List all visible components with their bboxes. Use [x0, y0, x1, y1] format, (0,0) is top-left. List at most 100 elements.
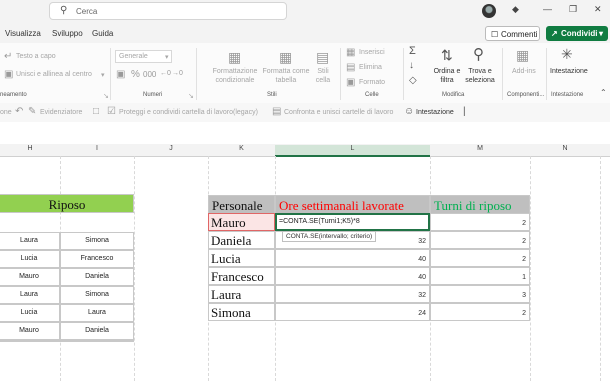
sort-filter-icon: ⇅: [441, 47, 453, 63]
wrap-text-button[interactable]: Testo a capo: [16, 53, 56, 60]
riposo-cell[interactable]: Laura: [0, 286, 60, 304]
compare-merge-button[interactable]: Confronta e unisci cartelle di lavoro: [284, 109, 393, 116]
column-header-l[interactable]: L: [275, 145, 430, 157]
number-format-select[interactable]: Generale ▾: [115, 50, 172, 63]
conditional-format-button[interactable]: Formattazione condizionale: [210, 67, 260, 85]
header-ore[interactable]: Ore settimanali lavorate: [275, 195, 430, 214]
ore-cell[interactable]: 40: [275, 249, 430, 267]
tab-help[interactable]: Guida: [92, 29, 113, 38]
group-addins-label: Componenti...: [507, 92, 545, 98]
protect-share-button[interactable]: Proteggi e condividi cartella di lavoro(…: [119, 109, 258, 116]
undo-icon[interactable]: ↶: [15, 106, 23, 117]
tab-developer[interactable]: Sviluppo: [52, 29, 83, 38]
riposo-cell[interactable]: Daniela: [60, 322, 134, 340]
turni-cell[interactable]: 1: [430, 267, 530, 285]
restore-icon[interactable]: ❐: [569, 4, 577, 15]
tab-view[interactable]: Visualizza: [5, 29, 41, 38]
ore-cell[interactable]: 32: [275, 285, 430, 303]
riposo-cell[interactable]: Laura: [60, 304, 134, 322]
minimize-icon[interactable]: —: [543, 4, 552, 14]
turni-cell[interactable]: 2: [430, 249, 530, 267]
avatar[interactable]: [482, 4, 496, 18]
highlighter-button[interactable]: Evidenziatore: [40, 109, 82, 116]
header-ore-text: Ore settimanali lavorate: [279, 198, 404, 213]
format-table-button[interactable]: Formatta come tabella: [261, 67, 311, 85]
toolbar-item[interactable]: one: [0, 109, 12, 116]
close-icon[interactable]: ✕: [594, 4, 602, 15]
find-select-button[interactable]: Trova e seleziona: [463, 67, 497, 85]
collapse-ribbon-icon[interactable]: ⌃: [600, 88, 607, 97]
merge-dropdown-icon[interactable]: ▾: [101, 71, 105, 79]
personale-cell[interactable]: Simona: [208, 303, 275, 321]
riposo-cell[interactable]: Simona: [60, 286, 134, 304]
percent-icon[interactable]: %: [131, 69, 140, 80]
group-styles-label: Stili: [267, 92, 277, 98]
riposo-cell[interactable]: Mauro: [0, 268, 60, 286]
header-toolbar-button[interactable]: Intestazione: [416, 109, 454, 116]
personale-cell[interactable]: Daniela: [208, 231, 275, 249]
delete-button[interactable]: Elimina: [359, 64, 382, 71]
turni-cell[interactable]: 2: [430, 231, 530, 249]
turni-cell[interactable]: 2: [430, 213, 530, 231]
format-button[interactable]: Formato: [359, 79, 385, 86]
header-turni-text: Turni di riposo: [434, 198, 512, 213]
column-header-h[interactable]: H: [0, 145, 60, 152]
decrease-decimal-icon[interactable]: →0: [172, 70, 183, 77]
dialog-launcher-icon[interactable]: ↘: [103, 92, 109, 100]
riposo-header[interactable]: Riposo: [0, 194, 134, 213]
personale-cell[interactable]: Lucia: [208, 249, 275, 267]
column-header-m[interactable]: M: [430, 145, 530, 152]
merge-icon: ▣: [4, 69, 14, 80]
riposo-title: Riposo: [48, 197, 86, 212]
riposo-cell[interactable]: Daniela: [60, 268, 134, 286]
insert-button[interactable]: Inserisci: [359, 49, 385, 56]
cell-styles-button[interactable]: Stili cella: [312, 67, 334, 85]
column-header-k[interactable]: K: [208, 145, 275, 152]
document-icon[interactable]: □: [93, 106, 99, 117]
clear-icon[interactable]: ◇: [409, 75, 417, 86]
riposo-cell[interactable]: Mauro: [0, 322, 60, 340]
cell-styles-icon: ▤: [316, 49, 330, 65]
personale-cell[interactable]: Mauro: [208, 213, 275, 231]
turni-cell-text: 2: [522, 256, 526, 263]
merge-center-button[interactable]: Unisci e allinea al centro: [16, 71, 92, 78]
header-personale[interactable]: Personale: [208, 195, 275, 214]
currency-icon[interactable]: ▣: [116, 69, 125, 80]
group-alignment-label: neamento: [0, 92, 27, 98]
column-header-i[interactable]: I: [60, 145, 134, 152]
ore-cell[interactable]: 24: [275, 303, 430, 321]
header-turni[interactable]: Turni di riposo: [430, 195, 530, 214]
column-header-j[interactable]: J: [134, 145, 208, 152]
personale-cell[interactable]: Laura: [208, 285, 275, 303]
active-cell-l5[interactable]: =CONTA.SE(Turni1;K5)*8: [275, 213, 430, 231]
conditional-format-icon: ▦: [228, 49, 242, 65]
diamond-icon[interactable]: ◆: [512, 4, 519, 15]
riposo-cell[interactable]: Lucia: [0, 304, 60, 322]
turni-cell[interactable]: 3: [430, 285, 530, 303]
increase-decimal-icon[interactable]: ←0: [160, 70, 171, 77]
header-personale-text: Personale: [212, 198, 263, 213]
riposo-cell[interactable]: Laura: [0, 232, 60, 250]
formula-text: =CONTA.SE(Turni1;K5)*8: [279, 218, 360, 225]
comments-button[interactable]: ☐ Commenti: [485, 26, 540, 41]
riposo-cell[interactable]: Simona: [60, 232, 134, 250]
ore-cell[interactable]: 40: [275, 267, 430, 285]
separator: [546, 48, 547, 100]
addins-button[interactable]: Add-ins: [512, 68, 536, 75]
fill-icon[interactable]: ↓: [409, 60, 414, 71]
personale-cell[interactable]: Francesco: [208, 267, 275, 285]
search-box[interactable]: ⚲ Cerca: [49, 2, 287, 20]
sum-icon[interactable]: Σ: [409, 45, 416, 57]
sort-filter-button[interactable]: Ordina e filtra: [432, 67, 462, 85]
search-input[interactable]: Cerca: [76, 7, 97, 16]
personale-cell-text: Simona: [211, 305, 251, 320]
dialog-launcher-icon[interactable]: ↘: [188, 92, 194, 100]
header-button[interactable]: Intestazione: [550, 68, 588, 75]
thousands-icon[interactable]: 000: [143, 70, 156, 79]
share-label: Condividi: [561, 29, 598, 38]
column-header-n[interactable]: N: [530, 145, 600, 152]
riposo-cell[interactable]: Francesco: [60, 250, 134, 268]
share-button[interactable]: ↗ Condividi ▾: [546, 26, 608, 41]
riposo-cell[interactable]: Lucia: [0, 250, 60, 268]
turni-cell[interactable]: 2: [430, 303, 530, 321]
